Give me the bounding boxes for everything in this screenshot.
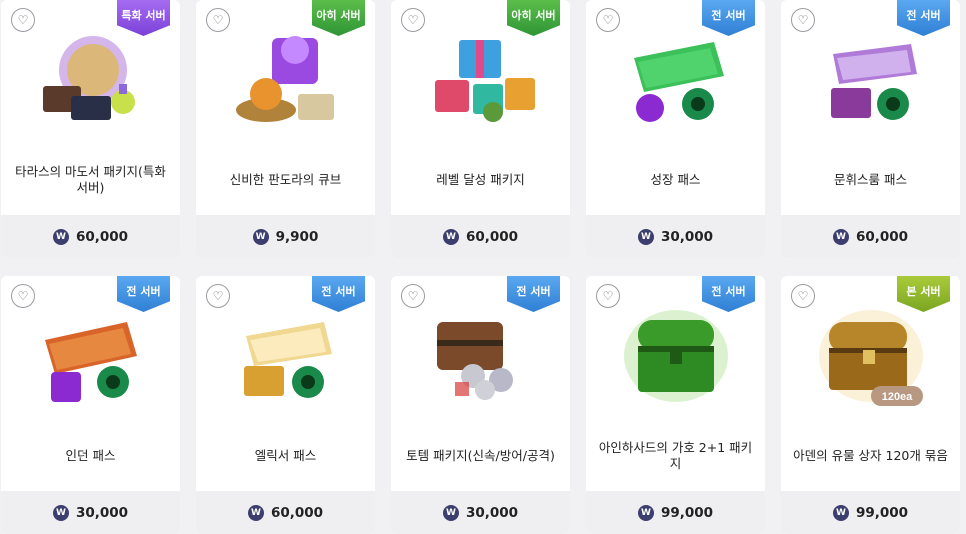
product-card[interactable]: ♡ 전 서버 문휘스룸 패스 W 60,000: [781, 0, 960, 258]
product-card[interactable]: ♡ 전 서버 인던 패스 W 30,000: [1, 276, 180, 534]
product-card[interactable]: ♡ 특화 서버 타라스의 마도서 패키지(특화 서버) W 60,000: [1, 0, 180, 258]
price-bar: W 30,000: [586, 215, 765, 258]
green-ticket-icon: [634, 42, 724, 122]
product-card[interactable]: ♡ 전 서버 엘릭서 패스 W 60,000: [196, 276, 375, 534]
product-price: 30,000: [75, 504, 129, 521]
totem-chest-icon: [437, 322, 513, 400]
product-card[interactable]: ♡ 전 서버 성장 패스 W 30,000: [586, 0, 765, 258]
gift-boxes-icon: [435, 40, 535, 122]
product-title: 성장 패스: [650, 172, 701, 187]
product-price: 99,000: [660, 504, 714, 521]
product-price: 60,000: [465, 228, 519, 245]
price-bar: W 60,000: [1, 215, 180, 258]
currency-icon: W: [832, 504, 849, 521]
currency-icon: W: [247, 504, 264, 521]
golden-chest-icon: 120ea: [819, 310, 923, 406]
product-price: 30,000: [465, 504, 519, 521]
product-title: 아인하사드의 가호 2+1 패키지: [598, 440, 753, 471]
product-price: 9,900: [275, 228, 319, 245]
product-grid: ♡ 특화 서버 타라스의 마도서 패키지(특화 서버) W 60,000 ♡ 아…: [0, 0, 966, 534]
quantity-label: 120ea: [882, 391, 913, 403]
product-card[interactable]: ♡ 전 서버 아인하사드의 가호 2+1 패키지 W 99,000: [586, 276, 765, 534]
product-card[interactable]: ♡ 전 서버 토템 패키지(신속/방어/공격) W 30,000: [391, 276, 570, 534]
product-title: 아덴의 유물 상자 120개 묶음: [793, 448, 948, 463]
product-card[interactable]: ♡ 본 서버 120ea 아덴의 유물 상자 120개 묶음 W 99,000: [781, 276, 960, 534]
product-price: 99,000: [855, 504, 909, 521]
price-bar: W 30,000: [391, 491, 570, 534]
product-title: 타라스의 마도서 패키지(특화 서버): [15, 164, 166, 195]
currency-icon: W: [442, 504, 459, 521]
currency-icon: W: [52, 504, 69, 521]
product-price: 30,000: [660, 228, 714, 245]
price-bar: W 60,000: [391, 215, 570, 258]
product-card[interactable]: ♡ 아히 서버 신비한 판도라의 큐브 W 9,900: [196, 0, 375, 258]
product-title: 인던 패스: [65, 448, 116, 463]
price-bar: W 99,000: [586, 491, 765, 534]
currency-icon: W: [832, 228, 849, 245]
price-bar: W 9,900: [196, 215, 375, 258]
magic-tome-orb-icon: [43, 36, 135, 120]
product-price: 60,000: [270, 504, 324, 521]
dungeon-ticket-icon: [45, 322, 137, 402]
product-title: 토템 패키지(신속/방어/공격): [406, 448, 555, 463]
purple-ticket-icon: [831, 44, 917, 120]
price-bar: W 60,000: [196, 491, 375, 534]
currency-icon: W: [252, 228, 269, 245]
product-title: 문휘스룸 패스: [834, 172, 907, 187]
currency-icon: W: [637, 228, 654, 245]
product-title: 레벨 달성 패키지: [436, 172, 525, 187]
green-chest-icon: [624, 310, 728, 402]
price-bar: W 60,000: [781, 215, 960, 258]
product-title: 신비한 판도라의 큐브: [229, 172, 342, 187]
currency-icon: W: [637, 504, 654, 521]
mystic-cube-icon: [236, 36, 334, 122]
product-price: 60,000: [75, 228, 129, 245]
product-price: 60,000: [855, 228, 909, 245]
gold-ticket-icon: [244, 322, 332, 398]
currency-icon: W: [442, 228, 459, 245]
price-bar: W 99,000: [781, 491, 960, 534]
price-bar: W 30,000: [1, 491, 180, 534]
currency-icon: W: [52, 228, 69, 245]
product-title: 엘릭서 패스: [254, 448, 317, 463]
product-card[interactable]: ♡ 아히 서버 레벨 달성 패키지 W 60,000: [391, 0, 570, 258]
